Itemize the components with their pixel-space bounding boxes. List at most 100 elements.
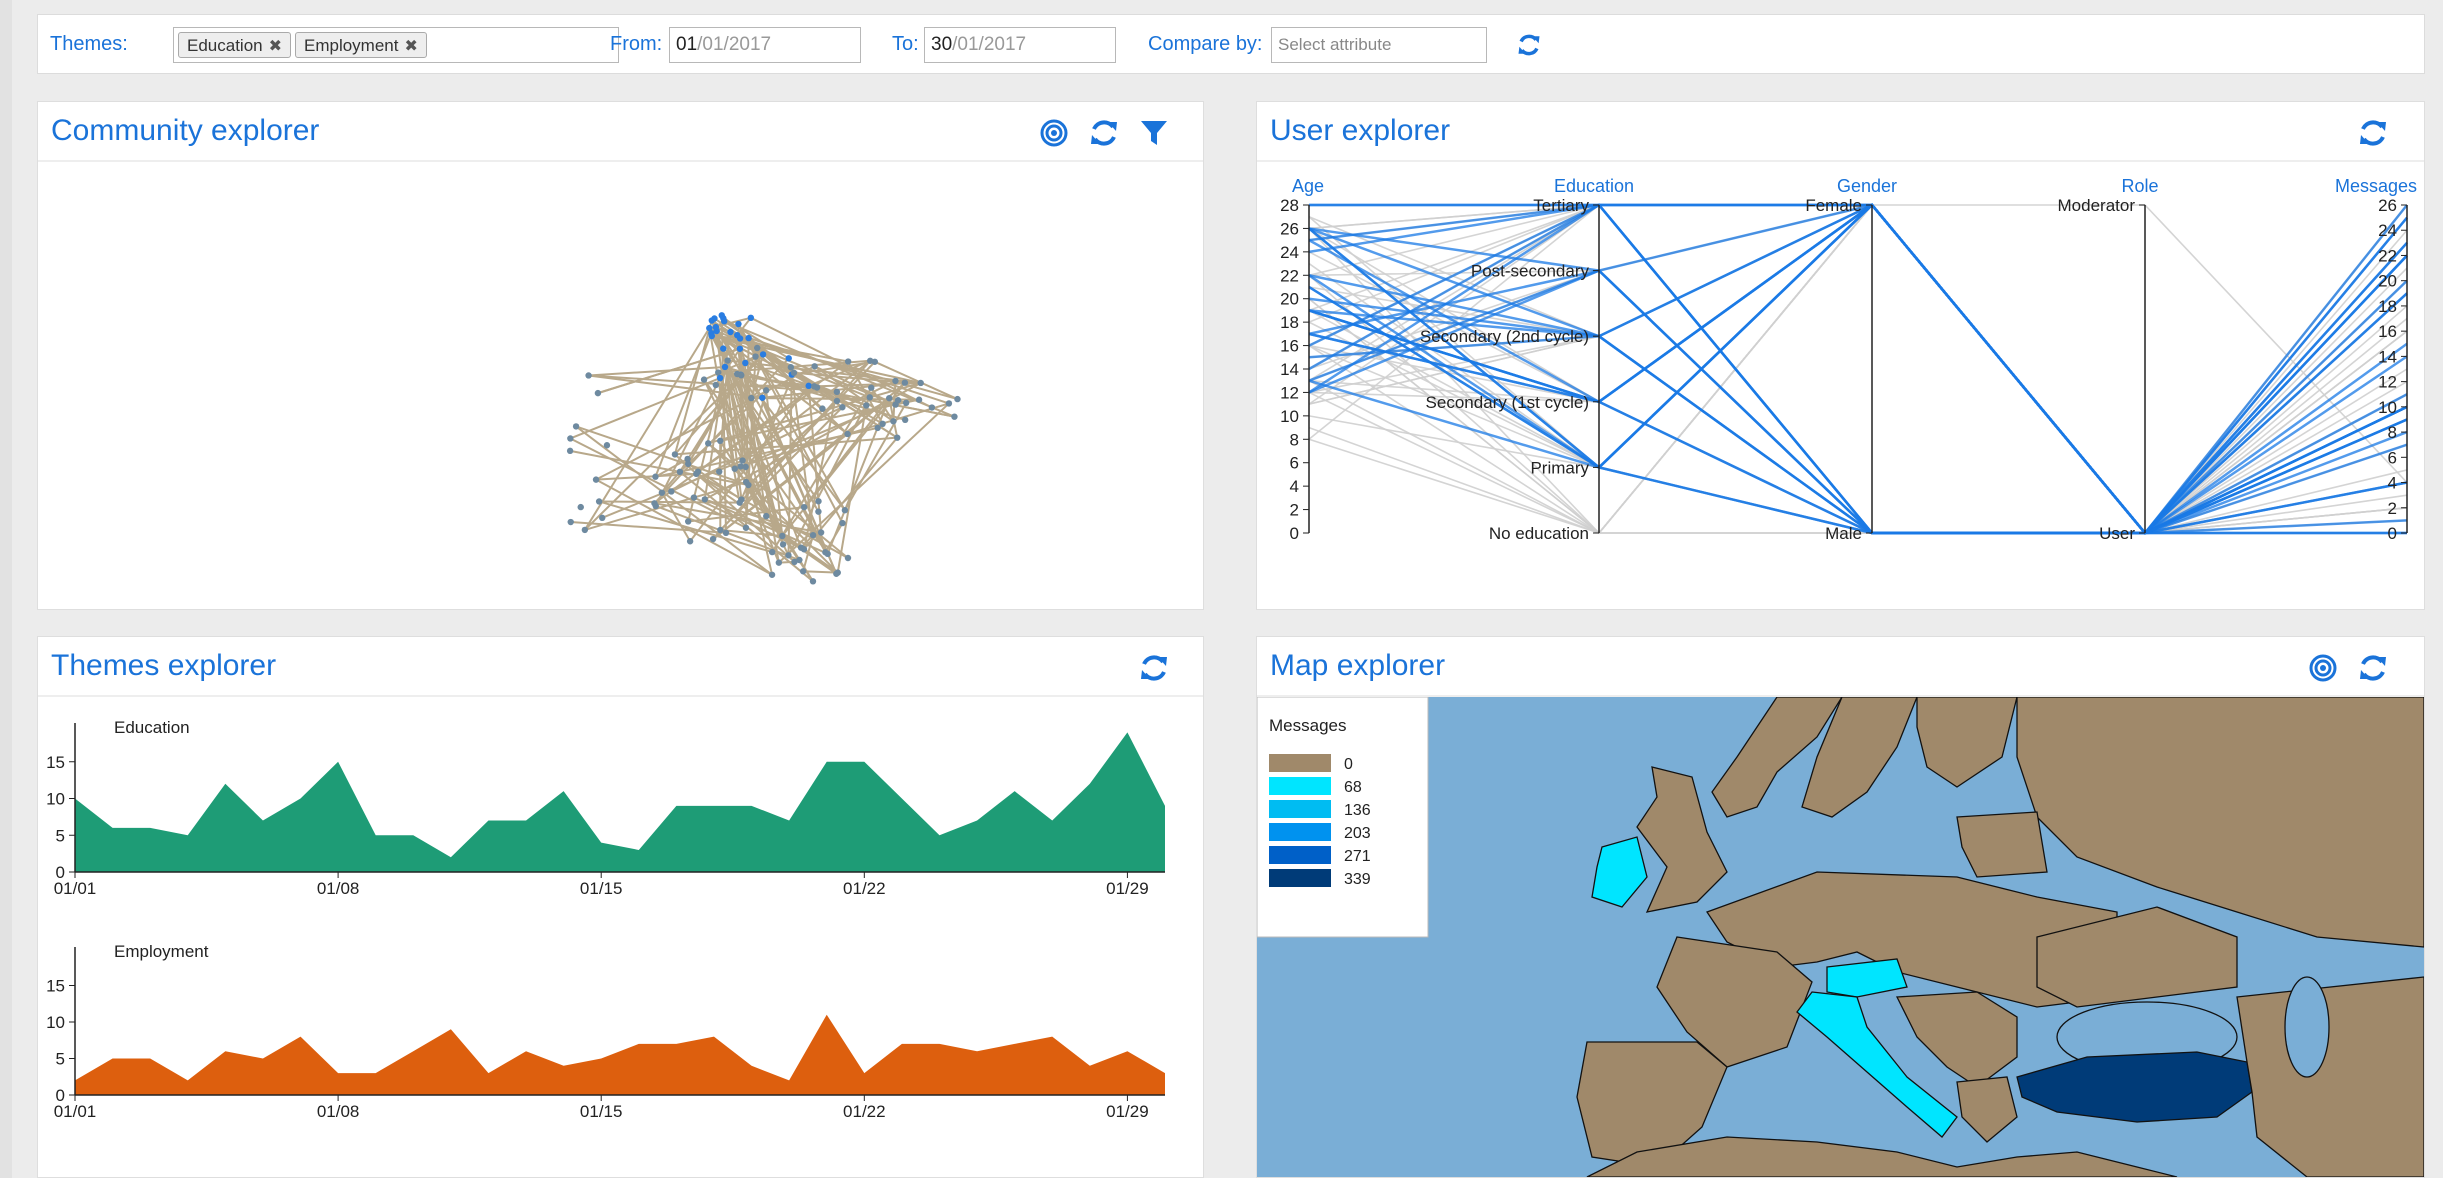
age-tick-label: 26 <box>1280 219 1299 238</box>
network-node <box>800 503 808 511</box>
from-day: 01 <box>676 34 698 55</box>
network-node <box>715 369 722 376</box>
network-node <box>717 526 724 534</box>
parallel-coordinates-area[interactable]: Age Education Gender Role Messages 28 26 24 22 20… <box>1257 162 2424 609</box>
network-node <box>727 328 734 336</box>
network-node <box>871 358 879 365</box>
messages-tick-label: 14 <box>2378 347 2397 366</box>
network-node <box>768 571 776 578</box>
x-tick-label: 01/29 <box>1106 879 1149 898</box>
network-node <box>572 423 580 430</box>
network-node <box>566 447 574 455</box>
refresh-icon[interactable] <box>2357 117 2389 149</box>
legend-label: 339 <box>1344 871 1371 888</box>
age-tick-label: 12 <box>1280 383 1299 402</box>
network-node <box>833 570 840 577</box>
refresh-icon[interactable] <box>2357 652 2389 684</box>
from-rest: /01/2017 <box>697 34 772 55</box>
pc-user-line <box>1308 204 2408 534</box>
theme-tag-education[interactable]: Education ✖ <box>178 32 292 58</box>
network-node <box>712 381 720 389</box>
themes-input[interactable]: Education ✖ Employment ✖ <box>173 27 619 63</box>
filter-icon[interactable] <box>1138 117 1170 149</box>
legend-swatch <box>1269 800 1331 818</box>
pc-user-line <box>1308 203 2408 535</box>
pc-user-line <box>1308 203 2408 535</box>
network-node <box>805 382 812 390</box>
pc-user-line <box>1308 203 2408 535</box>
network-node <box>928 404 936 411</box>
network-edge <box>824 522 844 553</box>
network-node <box>742 359 749 367</box>
target-icon[interactable] <box>1038 117 1070 149</box>
network-node <box>951 413 958 420</box>
network-node <box>567 518 574 526</box>
from-date-input[interactable]: 01/01/2017 <box>669 27 861 63</box>
messages-tick-label: 26 <box>2378 196 2397 215</box>
parallel-coordinates-chart[interactable]: Age Education Gender Role Messages2826242220… <box>1257 162 2424 609</box>
area-chart-education: Education05101501/01 01/08 01/15 01/22 01/29 <box>46 718 1165 898</box>
map-area[interactable]: Messages 0 68 136 203 271 339 <box>1257 696 2424 1177</box>
map-legend: Messages 0 68 136 203 271 339 <box>1257 696 1429 938</box>
remove-tag-icon[interactable]: ✖ <box>269 38 282 55</box>
refresh-icon[interactable] <box>1515 31 1543 59</box>
caspian-sea <box>2284 976 2330 1078</box>
legend-label: 271 <box>1344 848 1371 865</box>
pc-user-line <box>1308 203 2408 535</box>
network-node <box>839 404 846 411</box>
network-node <box>811 363 818 370</box>
network-node <box>676 468 684 476</box>
pc-user-line <box>1309 203 2408 535</box>
network-edge <box>654 332 713 478</box>
network-node <box>945 400 953 407</box>
network-node <box>718 312 725 319</box>
legend-label: 136 <box>1344 802 1371 819</box>
network-node <box>815 508 822 515</box>
messages-tick-label: 22 <box>2378 246 2397 265</box>
pc-user-line <box>1308 203 2408 535</box>
pc-user-line <box>1308 203 2408 535</box>
network-node <box>737 463 744 470</box>
network-node <box>720 345 727 352</box>
axis-title: Education <box>1554 176 1634 196</box>
to-date-input[interactable]: 30/01/2017 <box>924 27 1116 63</box>
network-node <box>868 384 875 391</box>
network-node <box>567 435 574 442</box>
theme-tag-employment[interactable]: Employment ✖ <box>295 32 427 58</box>
network-node <box>748 394 755 402</box>
messages-tick-label: 8 <box>2388 423 2397 442</box>
age-tick-label: 6 <box>1290 454 1299 473</box>
network-node <box>866 394 873 401</box>
network-node <box>701 496 708 503</box>
compare-select[interactable]: Select attribute <box>1271 27 1487 63</box>
network-node <box>581 526 589 534</box>
refresh-icon[interactable] <box>1138 652 1170 684</box>
community-network-graph[interactable] <box>38 162 1203 609</box>
network-graph-area[interactable] <box>38 162 1203 609</box>
network-node <box>839 519 846 527</box>
themes-area-charts: Education05101501/01 01/08 01/15 01/22 01/29… <box>46 718 1165 1121</box>
gender-tick-label: Male <box>1825 524 1862 543</box>
network-node <box>954 395 961 403</box>
themes-explorer-panel: Themes explorer Education 0 5 10 15 01/01 01/0… <box>37 636 1204 1178</box>
age-tick-label: 0 <box>1290 524 1299 543</box>
network-node <box>917 379 924 387</box>
x-tick-label: 01/22 <box>843 879 886 898</box>
refresh-icon[interactable] <box>1088 117 1120 149</box>
network-node <box>892 377 899 385</box>
pc-user-line <box>1308 203 2408 535</box>
network-node <box>894 397 902 404</box>
legend-swatch <box>1269 754 1331 772</box>
role-tick-label: User <box>2099 524 2135 543</box>
target-icon[interactable] <box>2307 652 2339 684</box>
network-node <box>671 451 679 458</box>
network-node <box>686 538 694 545</box>
network-node <box>700 376 708 383</box>
network-node <box>901 416 909 424</box>
europe-map[interactable]: Messages 0 68 136 203 271 339 <box>1257 696 2424 1177</box>
remove-tag-icon[interactable]: ✖ <box>404 38 417 55</box>
pc-user-line <box>1308 203 2408 535</box>
network-node <box>724 357 731 364</box>
axis-title: Role <box>2121 176 2158 196</box>
pc-user-line <box>1308 203 2408 535</box>
